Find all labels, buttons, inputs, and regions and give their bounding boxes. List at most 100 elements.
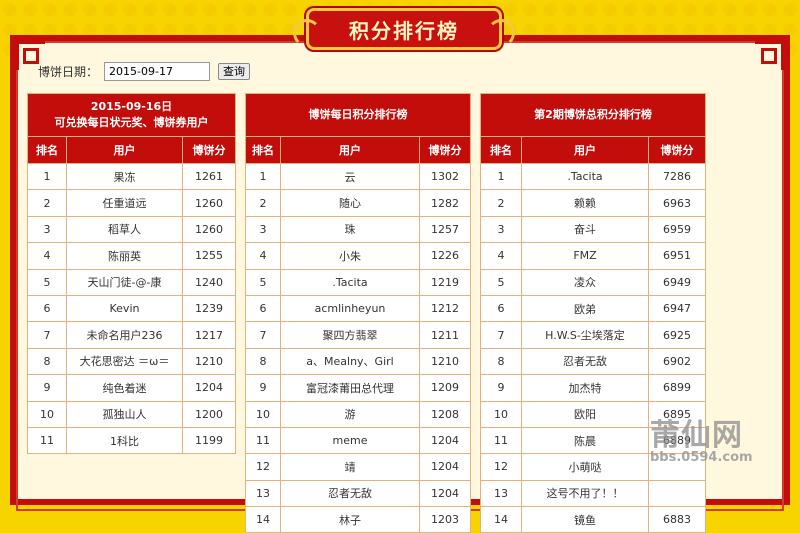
table-row: 14 林子 1203 — [245, 506, 471, 533]
rank-cell: 2 — [27, 189, 67, 217]
user-cell: H.W.S-尘埃落定 — [521, 321, 649, 349]
score-cell: 1204 — [419, 479, 471, 508]
rank-cell: 6 — [245, 294, 281, 323]
user-cell: Kevin — [66, 294, 183, 323]
score-cell: 1217 — [182, 321, 236, 349]
user-cell: meme — [280, 426, 420, 455]
date-filter: 博饼日期： 查询 — [38, 62, 251, 81]
table-body: 1 云 1302 2 随心 1282 3 珠 1257 4 小朱 1226 5 .Tacita 1219 6 a… — [245, 162, 471, 533]
table-row: 3 稻草人 1260 — [27, 215, 236, 244]
date-input[interactable] — [104, 62, 211, 81]
rank-cell: 14 — [245, 506, 281, 533]
user-cell: 凌众 — [521, 268, 649, 296]
daily-score-ranking-table: 博饼每日积分排行榜 排名 用户 博饼分 1 云 1302 2 随心 1282 3 珠 1257 4… — [245, 93, 471, 533]
table-row: 5 .Tacita 1219 — [245, 268, 471, 296]
user-header: 用户 — [66, 136, 183, 164]
score-cell: 1261 — [182, 162, 236, 191]
user-cell: 小朱 — [280, 242, 420, 270]
table-row: 1 .Tacita 7286 — [480, 162, 706, 191]
table-row: 2 赖赖 6963 — [480, 189, 706, 217]
score-cell: 1226 — [419, 242, 471, 270]
rank-cell: 1 — [245, 162, 281, 191]
score-cell: 1210 — [419, 347, 471, 376]
column-header-row: 排名 用户 博饼分 — [245, 136, 471, 164]
user-cell: .Tacita — [521, 162, 649, 191]
score-cell: 6899 — [648, 374, 706, 402]
table-title-row: 博饼每日积分排行榜 — [245, 93, 471, 137]
score-cell: 1302 — [419, 162, 471, 191]
rank-cell: 4 — [27, 242, 67, 270]
score-cell: 1211 — [419, 321, 471, 349]
table-body: 1 .Tacita 7286 2 赖赖 6963 3 奋斗 6959 4 FMZ 6951 5 凌众 694… — [480, 162, 706, 533]
score-cell: 7286 — [648, 162, 706, 191]
score-cell: 1240 — [182, 268, 236, 296]
score-cell: 6947 — [648, 294, 706, 323]
score-cell: 6902 — [648, 347, 706, 376]
user-header: 用户 — [521, 136, 649, 164]
score-cell: 1219 — [419, 268, 471, 296]
user-cell: 这号不用了！！ — [521, 479, 649, 508]
score-cell: 1204 — [419, 426, 471, 455]
user-cell: 镜鱼 — [521, 506, 649, 533]
rank-cell: 10 — [480, 400, 522, 428]
user-cell: 游 — [280, 400, 420, 428]
table-row: 6 欧弟 6947 — [480, 294, 706, 323]
user-cell: a、Mealny、Girl — [280, 347, 420, 376]
table-row: 10 游 1208 — [245, 400, 471, 428]
score-cell: 1208 — [419, 400, 471, 428]
score-cell: 1260 — [182, 189, 236, 217]
rank-cell: 12 — [480, 453, 522, 481]
rank-cell: 2 — [480, 189, 522, 217]
user-cell: 稻草人 — [66, 215, 183, 244]
rank-cell: 1 — [480, 162, 522, 191]
score-cell: 1257 — [419, 215, 471, 244]
score-cell — [648, 479, 706, 508]
table-row: 7 未命名用户236 1217 — [27, 321, 236, 349]
table-row: 12 靖 1204 — [245, 453, 471, 481]
rank-cell: 11 — [480, 426, 522, 455]
table-row: 3 珠 1257 — [245, 215, 471, 244]
table-row: 4 小朱 1226 — [245, 242, 471, 270]
user-cell: 任重道远 — [66, 189, 183, 217]
score-header: 博饼分 — [419, 136, 471, 164]
table-row: 1 云 1302 — [245, 162, 471, 191]
table-row: 11 meme 1204 — [245, 426, 471, 455]
rank-cell: 1 — [27, 162, 67, 191]
table-title-date: 2015-09-16日 — [90, 100, 173, 113]
title-banner: 积分排行榜 — [293, 8, 515, 50]
table-row: 7 H.W.S-尘埃落定 6925 — [480, 321, 706, 349]
table-row: 1 果冻 1261 — [27, 162, 236, 191]
score-cell: 1199 — [182, 426, 236, 455]
rank-cell: 3 — [245, 215, 281, 244]
rank-cell: 5 — [27, 268, 67, 296]
rank-cell: 4 — [245, 242, 281, 270]
query-button[interactable]: 查询 — [218, 63, 251, 80]
score-cell: 6925 — [648, 321, 706, 349]
table-title-row: 2015-09-16日 可兑换每日状元奖、博饼券用户 — [27, 93, 236, 137]
user-cell: .Tacita — [280, 268, 420, 296]
watermark: 莆仙网 bbs.0594.com — [650, 410, 753, 465]
rank-cell: 10 — [245, 400, 281, 428]
score-cell: 1212 — [419, 294, 471, 323]
rank-header: 排名 — [480, 136, 522, 164]
rank-cell: 5 — [245, 268, 281, 296]
score-cell: 1204 — [182, 374, 236, 402]
user-cell: 富冠漆莆田总代理 — [280, 374, 420, 402]
score-cell: 1255 — [182, 242, 236, 270]
user-cell: 忍者无敌 — [280, 479, 420, 508]
rank-header: 排名 — [27, 136, 67, 164]
user-cell: 陈晨 — [521, 426, 649, 455]
rank-cell: 9 — [27, 374, 67, 402]
rank-cell: 14 — [480, 506, 522, 533]
user-cell: 欧阳 — [521, 400, 649, 428]
user-cell: 聚四方翡翠 — [280, 321, 420, 349]
table-row: 4 陈丽英 1255 — [27, 242, 236, 270]
table-row: 13 忍者无敌 1204 — [245, 479, 471, 508]
rank-cell: 3 — [27, 215, 67, 244]
total-score-ranking-table: 第2期博饼总积分排行榜 排名 用户 博饼分 1 .Tacita 7286 2 赖赖 696… — [480, 93, 706, 533]
table-title-row: 第2期博饼总积分排行榜 — [480, 93, 706, 137]
rank-cell: 11 — [27, 426, 67, 455]
table-row: 4 FMZ 6951 — [480, 242, 706, 270]
rank-cell: 13 — [245, 479, 281, 508]
rank-cell: 9 — [245, 374, 281, 402]
